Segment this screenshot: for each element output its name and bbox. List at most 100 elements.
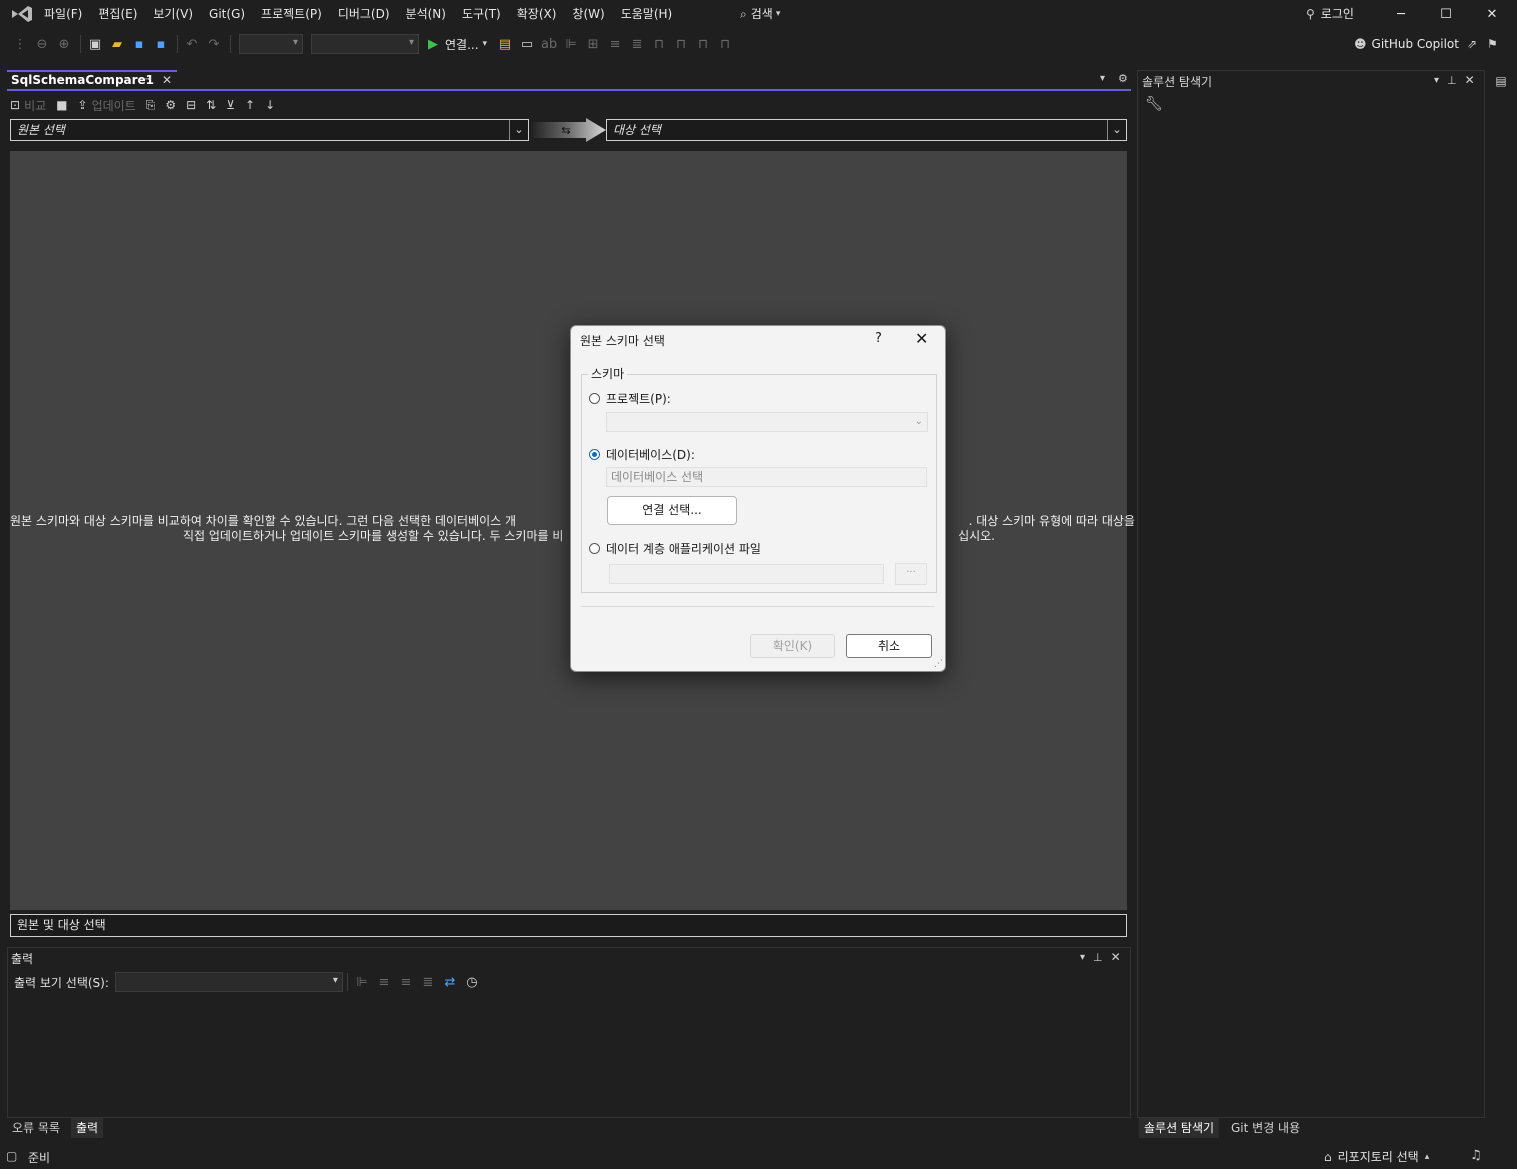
- options-gear-icon[interactable]: ⚙: [165, 98, 176, 112]
- bookmark-icon[interactable]: ⊓: [649, 33, 669, 55]
- dacpac-radio-circle[interactable]: [589, 543, 600, 554]
- bookmark-prev-icon[interactable]: ⊓: [671, 33, 691, 55]
- back-icon[interactable]: ⊖: [32, 33, 52, 55]
- tab-solution-explorer[interactable]: 솔루션 탐색기: [1139, 1118, 1220, 1138]
- dacpac-radio[interactable]: 데이터 계층 애플리케이션 파일: [589, 540, 761, 557]
- clock-icon[interactable]: ◷: [462, 971, 482, 993]
- wrench-icon[interactable]: 🔧︎: [1145, 96, 1163, 112]
- clear-all-icon[interactable]: ≣: [418, 971, 438, 993]
- dialog-close-button[interactable]: ✕: [915, 329, 928, 348]
- help-button[interactable]: ?: [875, 331, 882, 346]
- document-tab-sqlschemacompare[interactable]: SqlSchemaCompare1 ⊸ ✕: [7, 70, 177, 90]
- find-message-icon[interactable]: ⊫: [352, 971, 372, 993]
- new-project-icon[interactable]: ▣: [85, 33, 105, 55]
- menu-window[interactable]: 창(W): [564, 0, 612, 28]
- cancel-button[interactable]: 취소: [846, 634, 932, 658]
- login-button[interactable]: ⚲ 로그인: [1306, 0, 1354, 28]
- group-results-icon[interactable]: ⊟: [186, 98, 196, 112]
- search-button[interactable]: ⌕ 검색 ▾: [740, 0, 780, 28]
- menu-debug[interactable]: 디버그(D): [330, 0, 398, 28]
- save-icon[interactable]: ▪: [129, 33, 149, 55]
- close-tab-icon[interactable]: ✕: [162, 73, 172, 87]
- bookmark-clear-icon[interactable]: ⊓: [715, 33, 735, 55]
- sort-icon[interactable]: ⇅: [206, 98, 216, 112]
- chevron-down-icon[interactable]: ▾: [483, 39, 488, 49]
- chevron-down-icon: ▾: [775, 9, 781, 19]
- platform-combo[interactable]: [311, 34, 419, 54]
- close-icon[interactable]: ✕: [1465, 73, 1475, 87]
- svg-text:⇆: ⇆: [561, 124, 570, 137]
- chevron-down-icon[interactable]: ⌄: [1107, 120, 1126, 140]
- update-button[interactable]: 업데이트: [92, 97, 136, 114]
- save-all-icon[interactable]: ▪: [151, 33, 171, 55]
- tab-error-list[interactable]: 오류 목록: [7, 1118, 65, 1138]
- select-connection-button[interactable]: 연결 선택...: [607, 496, 737, 525]
- close-icon[interactable]: ✕: [1111, 950, 1121, 964]
- menu-project[interactable]: 프로젝트(P): [253, 0, 330, 28]
- filter-icon[interactable]: ⊻: [226, 98, 235, 112]
- menu-file[interactable]: 파일(F): [36, 0, 90, 28]
- previous-change-icon[interactable]: ↑: [245, 98, 255, 112]
- swap-direction-icon[interactable]: ⇆: [530, 118, 606, 142]
- maximize-button[interactable]: ☐: [1424, 0, 1468, 28]
- visual-studio-logo-icon[interactable]: [10, 5, 34, 23]
- format-icon[interactable]: ⊞: [583, 33, 603, 55]
- tab-git-changes[interactable]: Git 변경 내용: [1226, 1118, 1305, 1138]
- database-radio[interactable]: 데이터베이스(D):: [589, 446, 695, 463]
- compare-button[interactable]: 비교: [24, 97, 46, 114]
- align-icon[interactable]: ⊫: [561, 33, 581, 55]
- window-menu-icon[interactable]: ▾: [1080, 952, 1085, 963]
- menu-tools[interactable]: 도구(T): [454, 0, 509, 28]
- project-combo[interactable]: ⌄: [606, 412, 928, 432]
- stop-icon[interactable]: ■: [56, 98, 67, 112]
- feedback-icon[interactable]: ⚑: [1487, 30, 1498, 58]
- menu-analyze[interactable]: 분석(N): [398, 0, 454, 28]
- database-radio-circle[interactable]: [589, 449, 600, 460]
- configuration-combo[interactable]: [239, 34, 303, 54]
- word-wrap-icon[interactable]: ⇄: [440, 971, 460, 993]
- notifications-strip-icon[interactable]: ▤: [1491, 70, 1511, 92]
- gear-icon[interactable]: ⚙: [1118, 72, 1128, 85]
- play-icon[interactable]: ▶: [423, 33, 443, 55]
- generate-script-icon[interactable]: ⎘: [146, 98, 156, 113]
- menu-git[interactable]: Git(G): [201, 0, 253, 28]
- project-radio-circle[interactable]: [589, 393, 600, 404]
- undo-icon[interactable]: ↶: [182, 33, 202, 55]
- repository-select-button[interactable]: ⌂ 리포지토리 선택 ▴: [1324, 1148, 1429, 1165]
- next-change-icon[interactable]: ↓: [265, 98, 275, 112]
- redo-icon[interactable]: ↷: [204, 33, 224, 55]
- run-button-label[interactable]: 연결...: [445, 36, 479, 53]
- indent-icon[interactable]: ≡: [605, 33, 625, 55]
- minimize-button[interactable]: ─: [1379, 0, 1423, 28]
- target-select-combo[interactable]: 대상 선택 ⌄: [606, 119, 1127, 141]
- resize-grip-icon[interactable]: ⋰: [934, 659, 943, 669]
- spell-check-icon[interactable]: ab: [539, 33, 559, 55]
- bookmark-next-icon[interactable]: ⊓: [693, 33, 713, 55]
- next-message-icon[interactable]: ≡: [396, 971, 416, 993]
- chevron-down-icon[interactable]: ⌄: [509, 120, 528, 140]
- share-icon[interactable]: ⇗: [1467, 30, 1477, 58]
- project-radio[interactable]: 프로젝트(P):: [589, 390, 671, 407]
- source-select-combo[interactable]: 원본 선택 ⌄: [10, 119, 529, 141]
- window-menu-icon[interactable]: ▾: [1434, 75, 1439, 86]
- menu-view[interactable]: 보기(V): [145, 0, 201, 28]
- pin-icon[interactable]: ⊸: [143, 74, 151, 85]
- bell-icon[interactable]: ♫: [1470, 1148, 1482, 1163]
- forward-icon[interactable]: ⊕: [54, 33, 74, 55]
- menu-help[interactable]: 도움말(H): [613, 0, 681, 28]
- close-window-button[interactable]: ✕: [1470, 0, 1514, 28]
- window-layout-icon[interactable]: ▭: [517, 33, 537, 55]
- output-source-combo[interactable]: [114, 972, 343, 992]
- menu-extensions[interactable]: 확장(X): [509, 0, 565, 28]
- outdent-icon[interactable]: ≣: [627, 33, 647, 55]
- open-folder-icon[interactable]: ▰: [107, 33, 127, 55]
- tab-dropdown-icon[interactable]: ▾: [1100, 73, 1105, 84]
- schema-group-label: 스키마: [588, 365, 628, 382]
- folder-icon[interactable]: ▤: [495, 33, 515, 55]
- menu-edit[interactable]: 편집(E): [90, 0, 145, 28]
- tab-output[interactable]: 출력: [71, 1118, 104, 1138]
- pin-icon[interactable]: ⊥: [1093, 951, 1103, 964]
- pin-icon[interactable]: ⊥: [1447, 74, 1457, 87]
- github-copilot-button[interactable]: ☻ GitHub Copilot ⇗ ⚑: [1354, 30, 1498, 58]
- prev-message-icon[interactable]: ≡: [374, 971, 394, 993]
